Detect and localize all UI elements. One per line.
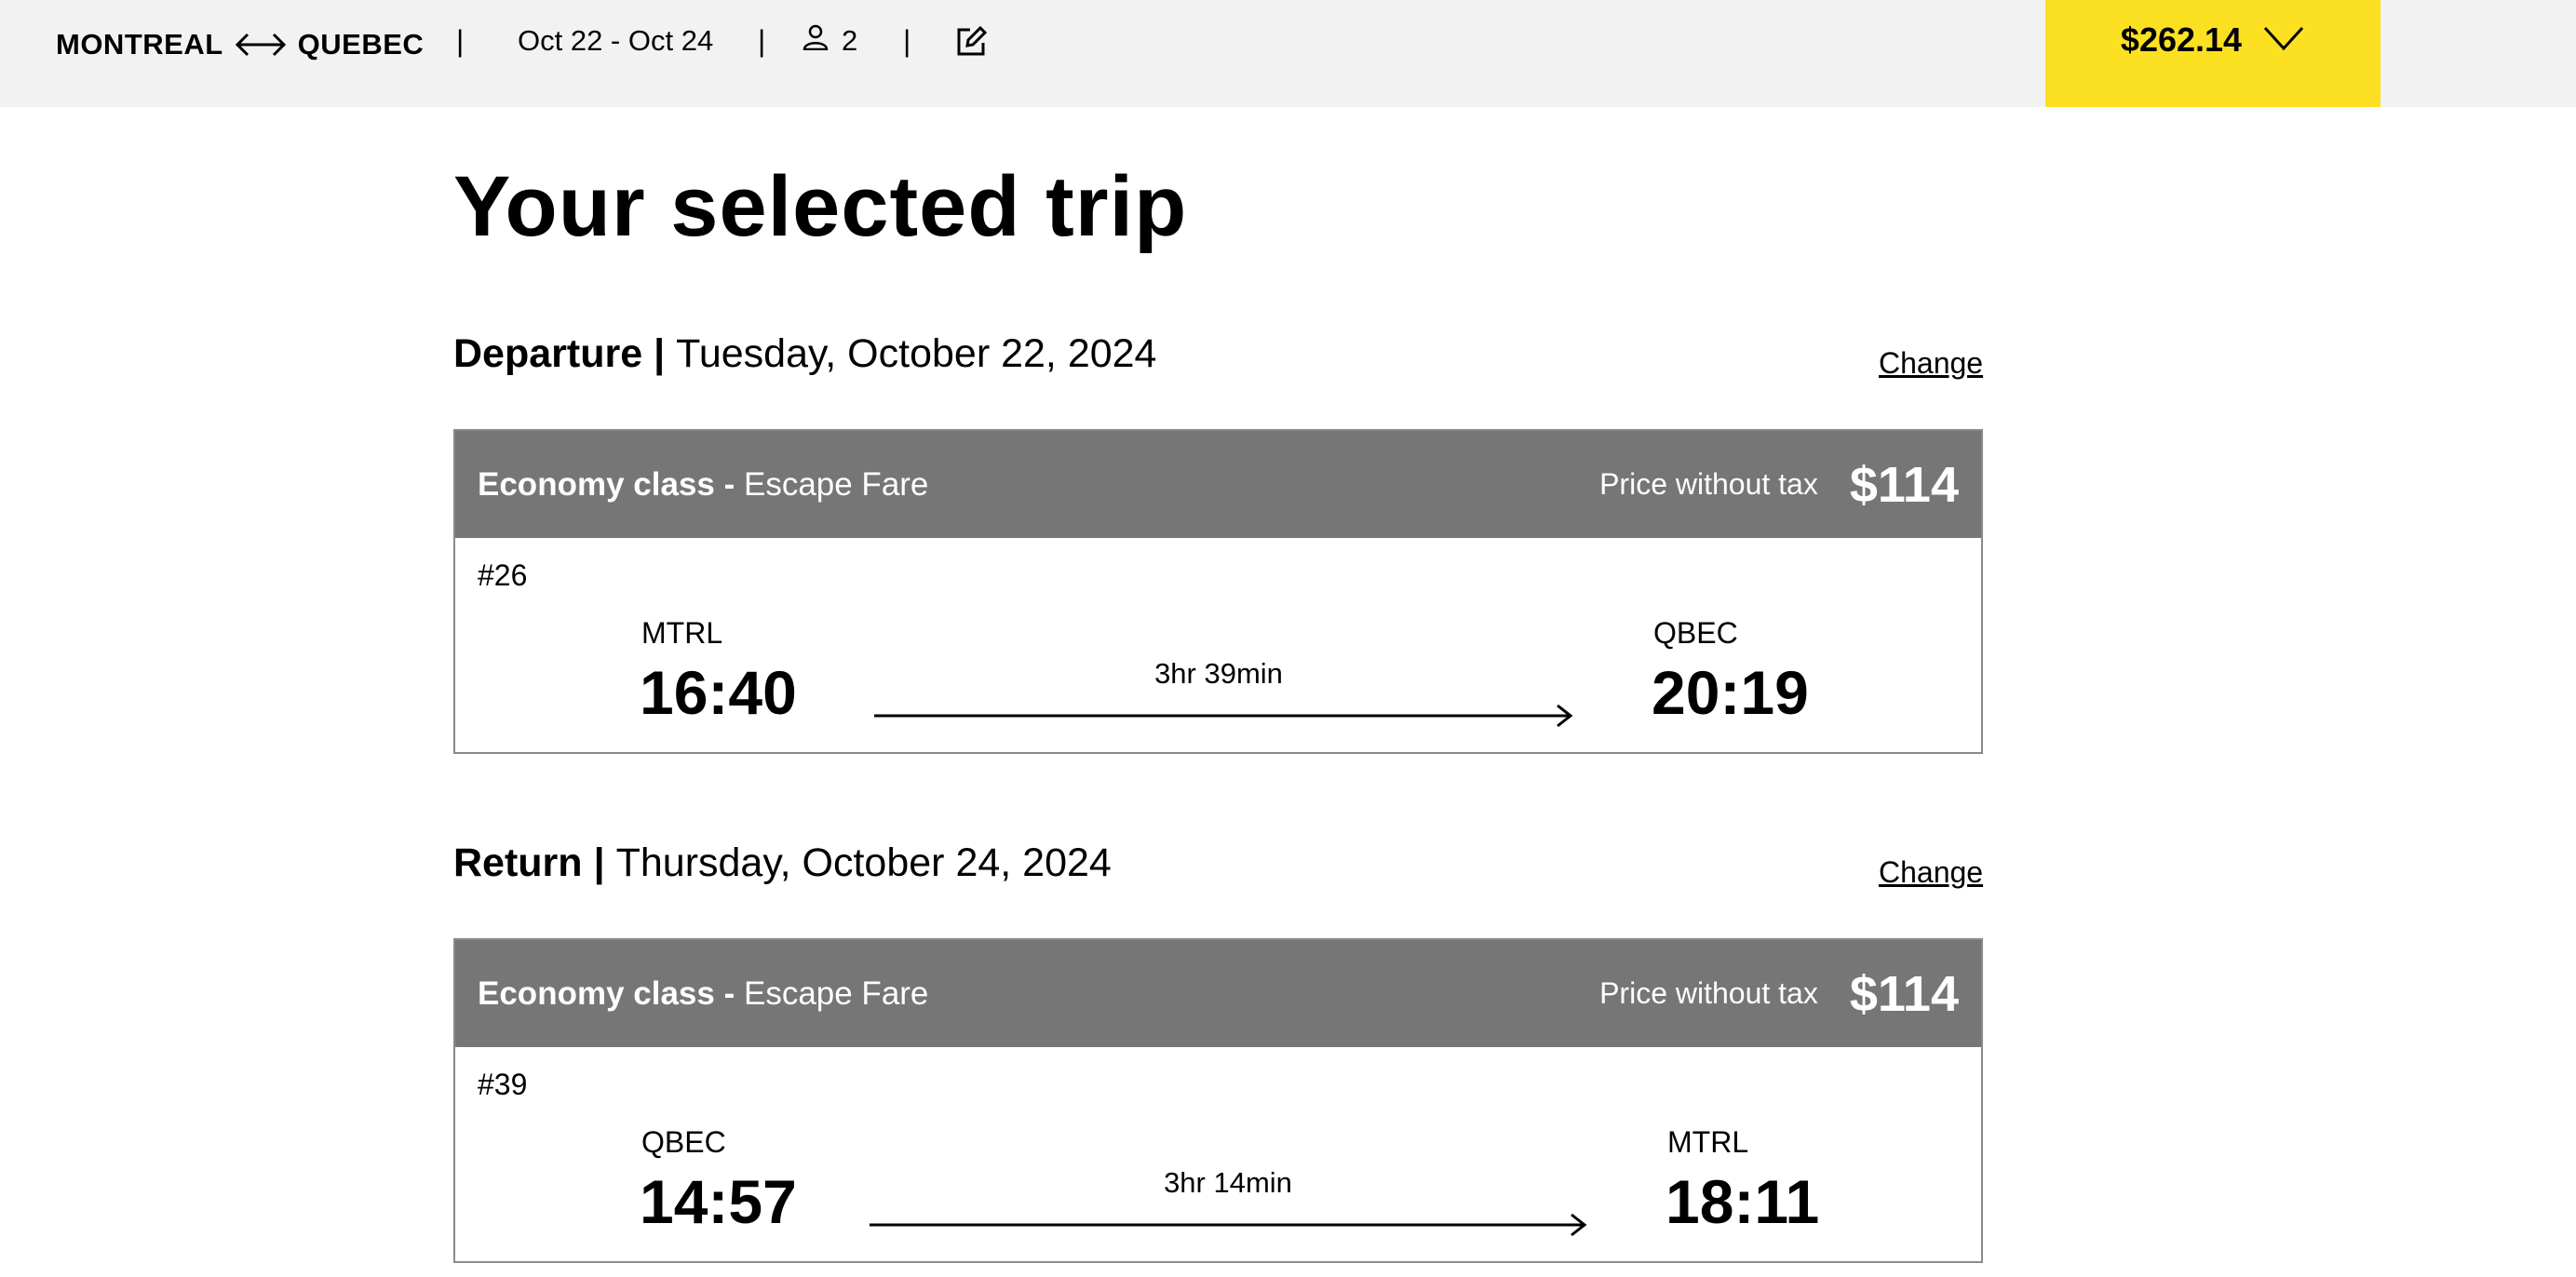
price-label: Price without tax [1599,467,1818,501]
price-label: Price without tax [1599,976,1818,1010]
fare-card-header: Economy class - Escape Fare Price withou… [455,940,1981,1047]
page-title: Your selected trip [453,159,1188,254]
total-price: $262.14 [2120,20,2243,59]
change-return-link[interactable]: Change [1879,855,1983,890]
return-date: Thursday, October 24, 2024 [615,840,1112,885]
fare-card-body: #26 MTRL 16:40 3hr 39min QBEC 20:19 [455,538,1981,754]
fare-card-header: Economy class - Escape Fare Price withou… [455,431,1981,538]
return-fare-card: Economy class - Escape Fare Price withou… [453,938,1983,1263]
fare-class: Economy class - Escape Fare [478,466,928,504]
return-heading: Return | Thursday, October 24, 2024 [453,840,1112,886]
total-price-button[interactable]: $262.14 [2045,0,2380,107]
arrow-right-icon [870,1211,1588,1239]
separator: | [456,24,465,58]
train-number: #26 [478,558,528,592]
destination-station: QBEC [1653,616,1738,650]
fare-class: Economy class - Escape Fare [478,975,928,1013]
departure-fare-card: Economy class - Escape Fare Price withou… [453,429,1983,754]
fare-price-group: Price without tax $114 [1599,965,1959,1023]
fare-price: $114 [1849,456,1959,513]
arrival-time: 18:11 [1666,1167,1820,1236]
pencil-edit-icon[interactable] [955,25,988,58]
origin-station: MTRL [641,616,723,650]
arrival-time: 20:19 [1652,658,1809,727]
origin-station: QBEC [641,1125,726,1159]
departure-time: 16:40 [640,658,797,727]
fare-card-body: #39 QBEC 14:57 3hr 14min MTRL 18:11 [455,1047,1981,1263]
fare-name: Escape Fare [743,465,929,503]
separator: | [758,24,766,58]
heading-separator: | [593,840,605,885]
trip-duration: 3hr 39min [1154,657,1283,690]
class-label: Economy class - [478,465,735,503]
route-summary: MONTREAL QUEBEC [56,26,424,63]
double-arrow-icon [233,31,289,59]
fare-price-group: Price without tax $114 [1599,456,1959,514]
heading-separator: | [654,331,666,376]
separator: | [903,24,911,58]
departure-heading: Departure | Tuesday, October 22, 2024 [453,331,1156,377]
departure-label: Departure [453,331,643,376]
departure-date: Tuesday, October 22, 2024 [676,331,1157,376]
destination-city: QUEBEC [297,28,425,60]
fare-price: $114 [1849,965,1959,1022]
trip-summary-bar: MONTREAL QUEBEC | Oct 22 - Oct 24 | 2 | … [0,0,2576,107]
trip-duration: 3hr 14min [1164,1166,1292,1199]
trip-dates: Oct 22 - Oct 24 [518,24,714,57]
change-departure-link[interactable]: Change [1879,346,1983,381]
fare-name: Escape Fare [743,975,929,1012]
destination-station: MTRL [1667,1125,1749,1159]
passenger-count: 2 [802,24,857,58]
class-label: Economy class - [478,975,735,1012]
origin-city: MONTREAL [56,28,223,60]
departure-time: 14:57 [640,1167,797,1236]
chevron-down-icon [2262,20,2305,57]
person-icon [802,24,829,58]
return-label: Return [453,840,583,885]
train-number: #39 [478,1068,528,1101]
arrow-right-icon [874,702,1574,730]
passenger-number: 2 [842,24,858,57]
